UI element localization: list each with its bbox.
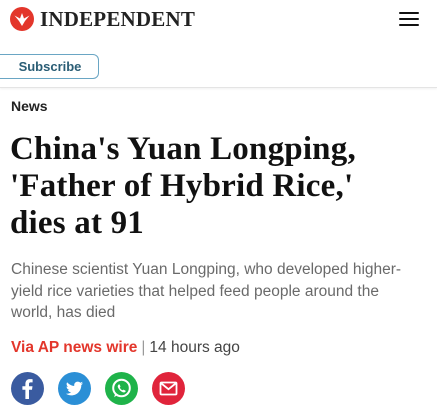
whatsapp-icon [112, 378, 131, 398]
logo-wordmark: INDEPENDENT [40, 7, 196, 31]
byline: Via AP news wire | 14 hours ago [11, 338, 240, 358]
article-standfirst: Chinese scientist Yuan Longping, who dev… [11, 261, 402, 321]
byline-separator: | [141, 339, 146, 356]
section-label[interactable]: News [11, 98, 48, 114]
article-headline: China's Yuan Longping, 'Father of Hybrid… [10, 131, 430, 242]
share-email-button[interactable] [152, 372, 185, 405]
share-bar [11, 372, 199, 405]
site-logo[interactable]: INDEPENDENT [10, 6, 195, 32]
share-whatsapp-button[interactable] [105, 372, 138, 405]
hamburger-menu-icon[interactable] [399, 12, 419, 28]
facebook-icon [22, 379, 33, 399]
share-twitter-button[interactable] [58, 372, 91, 405]
subscribe-button[interactable]: Subscribe [0, 54, 99, 79]
byline-source[interactable]: Via AP news wire [11, 339, 137, 356]
headline-line-3: dies at 91 [10, 205, 144, 241]
headline-line-2: 'Father of Hybrid Rice,' [10, 168, 354, 204]
twitter-icon [65, 381, 83, 396]
eagle-icon [10, 7, 34, 31]
share-facebook-button[interactable] [11, 372, 44, 405]
headline-line-1: China's Yuan Longping, [10, 131, 356, 167]
byline-time: 14 hours ago [149, 339, 240, 356]
email-icon [159, 381, 178, 396]
site-header: INDEPENDENT Subscribe [0, 0, 437, 88]
